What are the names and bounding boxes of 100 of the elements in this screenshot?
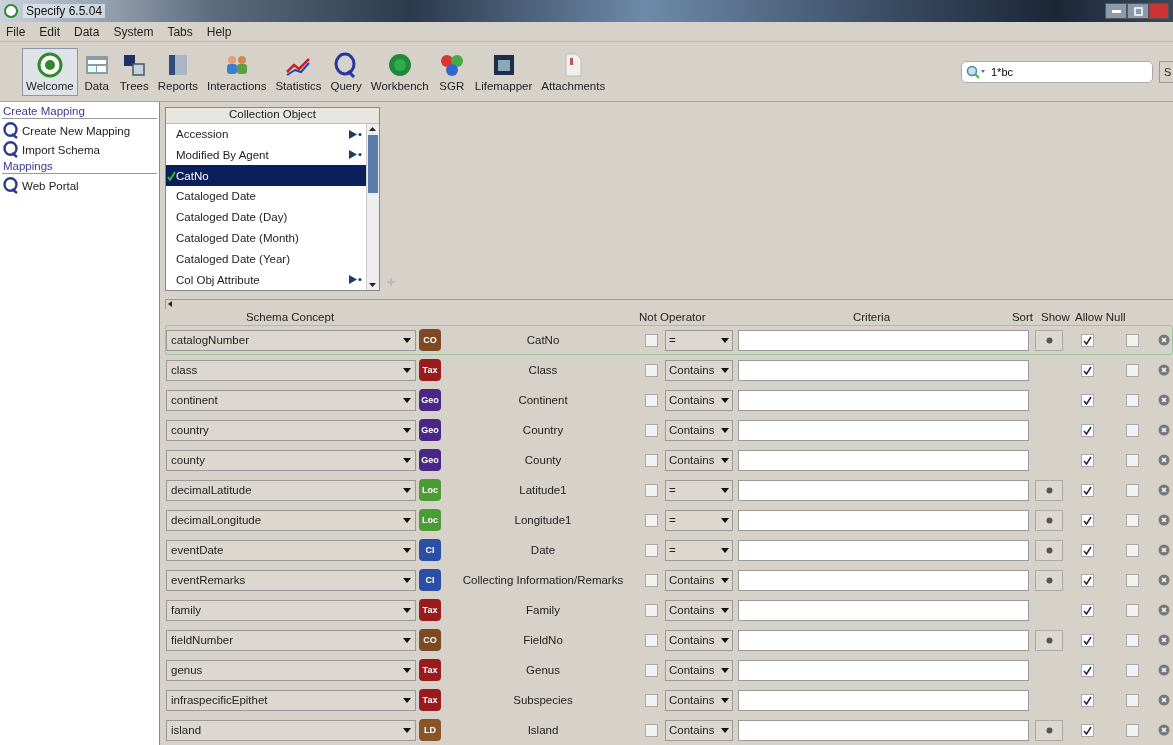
allow-null-checkbox[interactable] <box>1126 573 1139 587</box>
picker-item[interactable]: CatNo <box>166 165 366 186</box>
show-checkbox[interactable] <box>1081 393 1094 407</box>
not-checkbox[interactable] <box>645 363 658 377</box>
remove-icon[interactable] <box>1158 544 1170 557</box>
not-checkbox[interactable] <box>645 453 658 467</box>
toolbar-button[interactable]: Lifemapper <box>470 47 537 96</box>
remove-icon[interactable] <box>1158 574 1170 587</box>
not-checkbox[interactable] <box>645 573 658 587</box>
remove-icon[interactable] <box>1158 424 1170 437</box>
operator-dropdown[interactable]: = <box>665 509 733 531</box>
menu-item[interactable]: Tabs <box>167 24 193 39</box>
not-checkbox[interactable] <box>645 423 658 437</box>
operator-dropdown[interactable]: Contains <box>665 359 733 381</box>
not-checkbox[interactable] <box>645 663 658 677</box>
criteria-field[interactable] <box>738 539 1029 561</box>
not-checkbox[interactable] <box>645 333 658 347</box>
allow-null-checkbox[interactable] <box>1126 393 1139 407</box>
sidebar-item[interactable]: Web Portal <box>2 176 157 195</box>
toolbar-button[interactable]: SGR <box>433 47 470 96</box>
criteria-field[interactable] <box>738 479 1029 501</box>
criteria-field[interactable] <box>738 449 1029 471</box>
picker-item[interactable]: Modified By Agent <box>166 144 366 166</box>
allow-null-checkbox[interactable] <box>1126 543 1139 557</box>
query-row[interactable]: country Geo Country Contains <box>165 415 1173 446</box>
operator-dropdown[interactable]: Contains <box>665 689 733 711</box>
concept-dropdown[interactable]: fieldNumber <box>166 629 416 651</box>
menu-item[interactable]: File <box>6 24 26 39</box>
remove-icon[interactable] <box>1158 634 1170 647</box>
criteria-field[interactable] <box>738 719 1029 741</box>
not-checkbox[interactable] <box>645 513 658 527</box>
picker-item[interactable]: Cataloged Date (Year) <box>166 248 366 270</box>
query-row[interactable]: class Tax Class Contains <box>165 355 1173 386</box>
allow-null-checkbox[interactable] <box>1126 693 1139 707</box>
show-checkbox[interactable] <box>1081 573 1094 587</box>
search-field[interactable]: 1*bc <box>961 60 1153 83</box>
remove-icon[interactable] <box>1158 514 1170 527</box>
menu-item[interactable]: Data <box>74 24 100 39</box>
allow-null-checkbox[interactable] <box>1126 333 1139 347</box>
criteria-field[interactable] <box>738 359 1029 381</box>
sort-button[interactable] <box>1035 569 1063 591</box>
sort-button[interactable] <box>1035 509 1063 531</box>
sort-button[interactable] <box>1035 719 1063 741</box>
show-checkbox[interactable] <box>1081 483 1094 497</box>
query-row[interactable]: family Tax Family Contains <box>165 595 1173 626</box>
operator-dropdown[interactable]: Contains <box>665 449 733 471</box>
show-checkbox[interactable] <box>1081 363 1094 377</box>
operator-dropdown[interactable]: Contains <box>665 419 733 441</box>
concept-dropdown[interactable]: family <box>166 599 416 621</box>
not-checkbox[interactable] <box>645 543 658 557</box>
show-checkbox[interactable] <box>1081 723 1094 737</box>
menu-item[interactable]: Help <box>206 24 232 39</box>
picker-item[interactable]: Col Obj Attribute <box>166 269 366 290</box>
concept-dropdown[interactable]: catalogNumber <box>166 329 416 351</box>
sidebar-item[interactable]: Import Schema <box>2 140 157 159</box>
query-row[interactable]: fieldNumber CO FieldNo Contains <box>165 625 1173 656</box>
criteria-field[interactable] <box>738 329 1029 351</box>
criteria-field[interactable] <box>738 509 1029 531</box>
criteria-field[interactable] <box>738 419 1029 441</box>
show-checkbox[interactable] <box>1081 423 1094 437</box>
toolbar-button[interactable]: Trees <box>115 47 153 96</box>
menu-item[interactable]: Edit <box>39 24 61 39</box>
not-checkbox[interactable] <box>645 633 658 647</box>
criteria-field[interactable] <box>738 689 1029 711</box>
operator-dropdown[interactable]: Contains <box>665 629 733 651</box>
concept-dropdown[interactable]: decimalLatitude <box>166 479 416 501</box>
toolbar-button[interactable]: Attachments <box>537 47 610 96</box>
remove-icon[interactable] <box>1158 724 1170 737</box>
concept-dropdown[interactable]: genus <box>166 659 416 681</box>
picker-item[interactable]: Cataloged Date (Day) <box>166 206 366 228</box>
concept-dropdown[interactable]: infraspecificEpithet <box>166 689 416 711</box>
search-button[interactable]: S <box>1159 60 1173 83</box>
show-checkbox[interactable] <box>1081 693 1094 707</box>
operator-dropdown[interactable]: Contains <box>665 659 733 681</box>
sidebar-item[interactable]: Create New Mapping <box>2 121 157 140</box>
sort-button[interactable] <box>1035 479 1063 501</box>
sort-button[interactable] <box>1035 539 1063 561</box>
show-checkbox[interactable] <box>1081 633 1094 647</box>
criteria-field[interactable] <box>738 389 1029 411</box>
maximize-button[interactable] <box>1127 3 1149 19</box>
sort-button[interactable] <box>1035 329 1063 351</box>
operator-dropdown[interactable]: Contains <box>665 389 733 411</box>
concept-dropdown[interactable]: class <box>166 359 416 381</box>
show-checkbox[interactable] <box>1081 603 1094 617</box>
concept-dropdown[interactable]: decimalLongitude <box>166 509 416 531</box>
not-checkbox[interactable] <box>645 483 658 497</box>
show-checkbox[interactable] <box>1081 663 1094 677</box>
not-checkbox[interactable] <box>645 393 658 407</box>
operator-dropdown[interactable]: Contains <box>665 719 733 741</box>
criteria-field[interactable] <box>738 569 1029 591</box>
query-row[interactable]: catalogNumber CO CatNo = <box>165 325 1173 356</box>
remove-icon[interactable] <box>1158 694 1170 707</box>
concept-dropdown[interactable]: country <box>166 419 416 441</box>
query-row[interactable]: infraspecificEpithet Tax Subspecies Contains <box>165 685 1173 716</box>
show-checkbox[interactable] <box>1081 513 1094 527</box>
query-row[interactable]: island LD Island Contains <box>165 715 1173 745</box>
remove-icon[interactable] <box>1158 454 1170 467</box>
allow-null-checkbox[interactable] <box>1126 603 1139 617</box>
scrollbar[interactable] <box>366 123 379 290</box>
query-row[interactable]: county Geo County Contains <box>165 445 1173 476</box>
